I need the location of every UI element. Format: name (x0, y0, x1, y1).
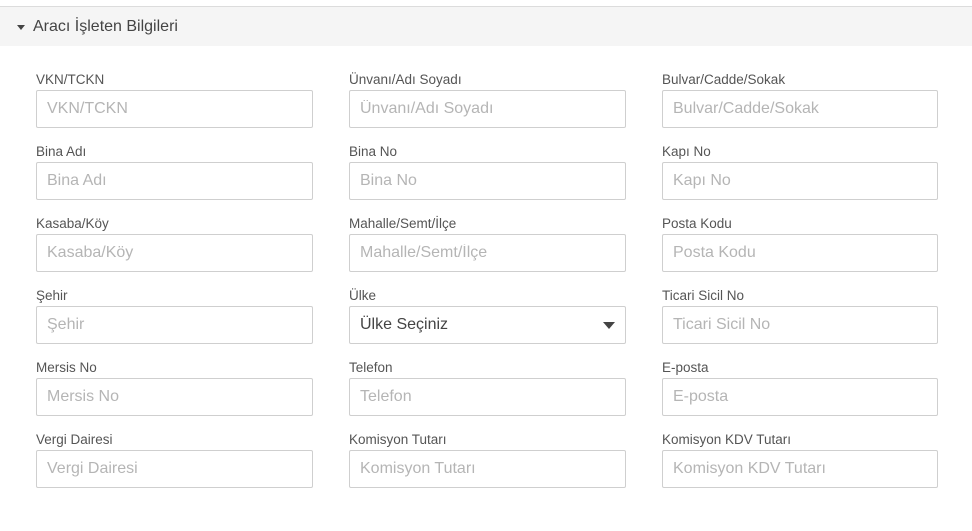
ticari-sicil-no-input[interactable] (662, 306, 938, 344)
komisyon-kdv-tutari-input[interactable] (662, 450, 938, 488)
komisyon-tutari-input[interactable] (349, 450, 626, 488)
field-label: Ticari Sicil No (662, 288, 745, 303)
field-label: Mersis No (36, 360, 97, 375)
sehir-input[interactable] (36, 306, 313, 344)
field-label: VKN/TCKN (36, 72, 105, 87)
field-label: Komisyon KDV Tutarı (662, 432, 792, 447)
field-label: Şehir (36, 288, 68, 303)
field-label: Bulvar/Cadde/Sokak (662, 72, 786, 87)
field-telefon: Telefon (349, 359, 626, 416)
field-label: Telefon (349, 360, 393, 375)
form-row: VKN/TCKN Ünvanı/Adı Soyadı Bulvar/Cadde/… (36, 71, 938, 143)
field-kapi-no: Kapı No (662, 143, 938, 200)
field-label: Mahalle/Semt/İlçe (349, 216, 457, 231)
field-sehir: Şehir (36, 287, 313, 344)
field-mersis-no: Mersis No (36, 359, 313, 416)
form-row: Kasaba/Köy Mahalle/Semt/İlçe Posta Kodu (36, 215, 938, 287)
field-label: Ünvanı/Adı Soyadı (349, 72, 462, 87)
posta-kodu-input[interactable] (662, 234, 938, 272)
field-label: Posta Kodu (662, 216, 732, 231)
field-bulvar: Bulvar/Cadde/Sokak (662, 71, 938, 128)
kapi-no-input[interactable] (662, 162, 938, 200)
field-bina-adi: Bina Adı (36, 143, 313, 200)
field-ulke: Ülke Ülke Seçiniz (349, 287, 626, 344)
form-grid: VKN/TCKN Ünvanı/Adı Soyadı Bulvar/Cadde/… (36, 71, 938, 503)
field-label: Vergi Dairesi (36, 432, 113, 447)
form-row: Mersis No Telefon E-posta (36, 359, 938, 431)
form-row: Vergi Dairesi Komisyon Tutarı Komisyon K… (36, 431, 938, 503)
vergi-dairesi-input[interactable] (36, 450, 313, 488)
field-label: Kapı No (662, 144, 711, 159)
field-komisyon-kdv-tutari: Komisyon KDV Tutarı (662, 431, 938, 488)
field-label: Bina No (349, 144, 398, 159)
field-e-posta: E-posta (662, 359, 938, 416)
mahalle-input[interactable] (349, 234, 626, 272)
field-unvan: Ünvanı/Adı Soyadı (349, 71, 626, 128)
field-label: Bina Adı (36, 144, 87, 159)
form-row: Şehir Ülke Ülke Seçiniz Ticari Sicil No (36, 287, 938, 359)
field-label: Komisyon Tutarı (349, 432, 447, 447)
field-label: Ülke (349, 288, 377, 303)
chevron-down-icon (603, 321, 615, 329)
bina-adi-input[interactable] (36, 162, 313, 200)
bulvar-input[interactable] (662, 90, 938, 128)
mersis-no-input[interactable] (36, 378, 313, 416)
bina-no-input[interactable] (349, 162, 626, 200)
field-label: Kasaba/Köy (36, 216, 109, 231)
field-mahalle: Mahalle/Semt/İlçe (349, 215, 626, 272)
section-title: Aracı İşleten Bilgileri (33, 17, 178, 35)
field-kasaba-koy: Kasaba/Köy (36, 215, 313, 272)
operator-info-panel: Aracı İşleten Bilgileri VKN/TCKN Ünvanı/… (0, 0, 972, 531)
vkn-tckn-input[interactable] (36, 90, 313, 128)
ulke-select[interactable]: Ülke Seçiniz (349, 306, 626, 344)
ulke-select-value: Ülke Seçiniz (360, 316, 449, 333)
section-header-toggle[interactable]: Aracı İşleten Bilgileri (0, 7, 972, 46)
caret-down-icon (17, 24, 25, 30)
field-vergi-dairesi: Vergi Dairesi (36, 431, 313, 488)
field-bina-no: Bina No (349, 143, 626, 200)
field-ticari-sicil-no: Ticari Sicil No (662, 287, 938, 344)
field-label: E-posta (662, 360, 709, 375)
form-row: Bina Adı Bina No Kapı No (36, 143, 938, 215)
field-posta-kodu: Posta Kodu (662, 215, 938, 272)
telefon-input[interactable] (349, 378, 626, 416)
field-vkn-tckn: VKN/TCKN (36, 71, 313, 128)
kasaba-koy-input[interactable] (36, 234, 313, 272)
unvan-input[interactable] (349, 90, 626, 128)
field-komisyon-tutari: Komisyon Tutarı (349, 431, 626, 488)
e-posta-input[interactable] (662, 378, 938, 416)
